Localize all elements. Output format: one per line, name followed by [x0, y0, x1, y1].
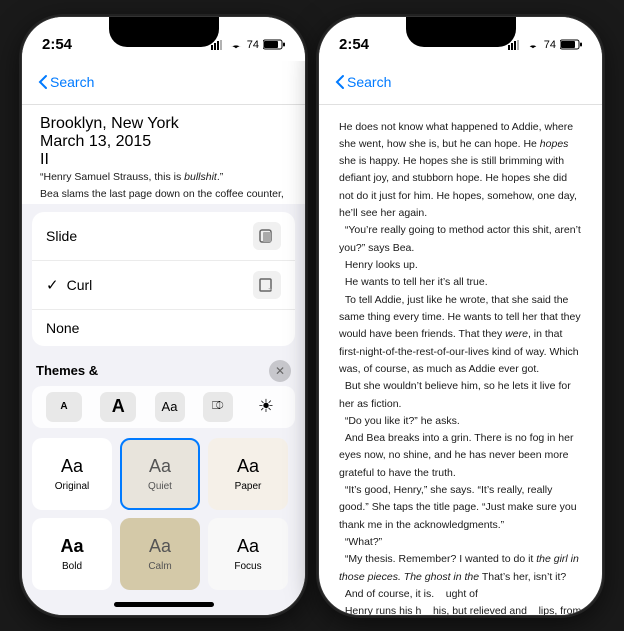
theme-bold-text: Aa	[60, 536, 83, 557]
back-button-left[interactable]: Search	[38, 74, 94, 90]
book-content-right: He does not know what happened to Addie,…	[319, 105, 602, 615]
notch-right	[406, 17, 516, 47]
battery-icon-left	[263, 39, 285, 50]
theme-quiet-text: Aa	[149, 456, 171, 477]
curl-icon	[253, 271, 281, 299]
moon-icon: ☀	[258, 396, 274, 417]
small-a-label: A	[60, 401, 67, 412]
font-serif-icon: ⎄	[212, 400, 224, 413]
slide-label: Slide	[46, 228, 77, 244]
theme-paper[interactable]: Aa Paper	[208, 438, 288, 510]
theme-focus-label: Focus	[234, 561, 261, 572]
slide-option-slide[interactable]: Slide	[32, 212, 295, 261]
slide-option-none[interactable]: None	[32, 310, 295, 346]
theme-calm-label: Calm	[148, 561, 171, 572]
location: Brooklyn, New York	[40, 115, 287, 133]
theme-calm[interactable]: Aa Calm	[120, 518, 200, 590]
home-indicator-left	[114, 602, 214, 607]
theme-original-text: Aa	[61, 456, 83, 477]
curl-label: Curl	[67, 277, 93, 293]
bottom-panel: Slide ✓ Curl	[22, 204, 305, 615]
theme-quiet[interactable]: Aa Quiet	[120, 438, 200, 510]
phones-container: 2:54 74	[21, 16, 603, 616]
theme-original[interactable]: Aa Original	[32, 438, 112, 510]
font-style-button[interactable]: Aa	[155, 392, 185, 422]
date: March 13, 2015	[40, 133, 287, 151]
battery-icon-right	[560, 39, 582, 50]
chapter-number: II	[40, 151, 287, 169]
theme-bold[interactable]: Aa Bold	[32, 518, 112, 590]
back-label-left: Search	[50, 74, 94, 90]
wifi-icon	[229, 40, 243, 50]
battery-left: 74	[247, 39, 259, 51]
check-icon: ✓	[46, 276, 59, 294]
notch	[109, 17, 219, 47]
font-small-button[interactable]: A	[46, 392, 82, 422]
theme-focus-text: Aa	[237, 536, 259, 557]
back-label-right: Search	[347, 74, 391, 90]
wifi-icon-right	[526, 40, 540, 50]
theme-bold-label: Bold	[62, 561, 82, 572]
theme-paper-label: Paper	[235, 481, 262, 492]
font-style-icon: Aa	[162, 399, 178, 414]
close-button[interactable]: ✕	[269, 360, 291, 382]
font-controls: A A Aa ⎄ ☀	[32, 386, 295, 428]
night-mode-button[interactable]: ☀	[251, 392, 281, 422]
theme-quiet-label: Quiet	[148, 481, 172, 492]
battery-right: 74	[544, 39, 556, 51]
status-icons-right: 74	[508, 39, 582, 51]
back-button-right[interactable]: Search	[335, 74, 391, 90]
left-phone: 2:54 74	[21, 16, 306, 616]
slide-page-icon	[259, 229, 275, 243]
curl-page-icon	[259, 278, 275, 292]
back-chevron-right	[335, 74, 345, 90]
theme-focus[interactable]: Aa Focus	[208, 518, 288, 590]
time-left: 2:54	[42, 36, 72, 53]
none-label: None	[46, 320, 79, 336]
time-right: 2:54	[339, 36, 369, 53]
nav-bar-left: Search	[22, 61, 305, 105]
slide-option-curl[interactable]: ✓ Curl	[32, 261, 295, 310]
theme-cards-grid: Aa Original Aa Quiet Aa Paper Aa Bold Aa	[22, 434, 305, 598]
theme-original-label: Original	[55, 481, 89, 492]
status-icons-left: 74	[211, 39, 285, 51]
font-large-button[interactable]: A	[100, 392, 136, 422]
page-number: 524	[319, 615, 602, 616]
themes-header: Themes & ✕	[22, 354, 305, 386]
slide-options-panel: Slide ✓ Curl	[32, 212, 295, 346]
back-chevron-left	[38, 74, 48, 90]
nav-bar-right: Search	[319, 61, 602, 105]
slide-icon	[253, 222, 281, 250]
font-serif-button[interactable]: ⎄	[203, 392, 233, 422]
theme-calm-text: Aa	[149, 536, 171, 557]
right-phone: 2:54 74	[318, 16, 603, 616]
large-a-label: A	[112, 396, 125, 417]
themes-title: Themes &	[36, 363, 98, 378]
theme-paper-text: Aa	[237, 456, 259, 477]
